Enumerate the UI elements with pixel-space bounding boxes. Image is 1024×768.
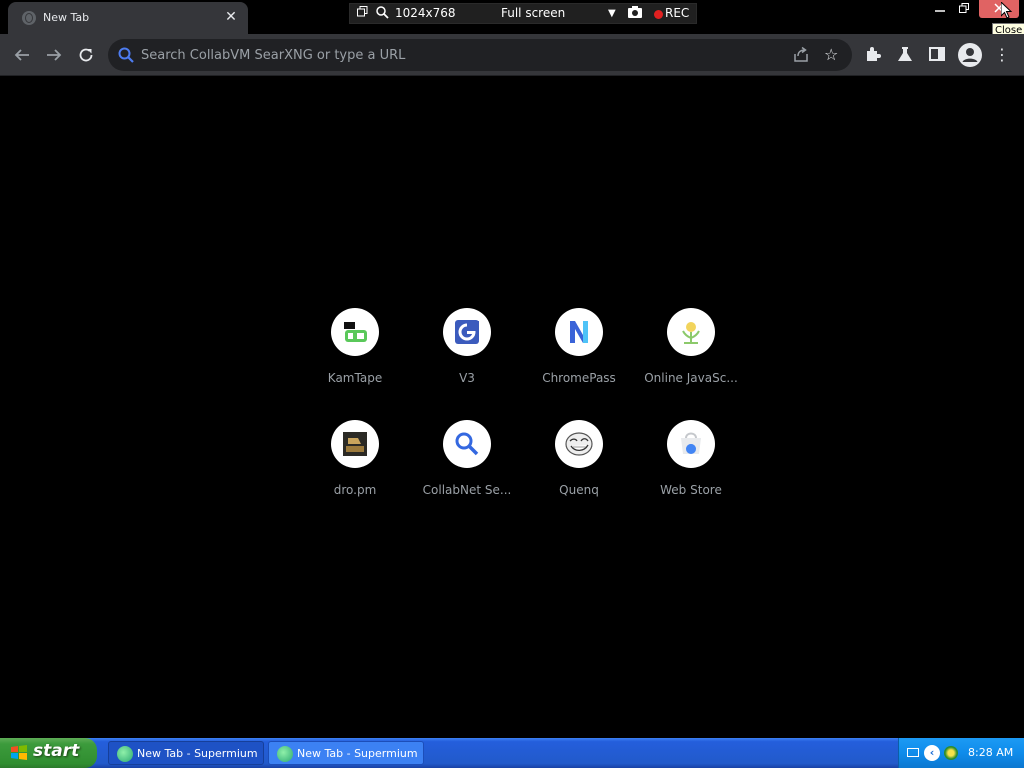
share-icon[interactable] [792, 46, 810, 64]
shortcut-label: V3 [459, 371, 475, 385]
shortcut-tile[interactable]: dro.pm [299, 415, 411, 527]
close-window-button[interactable] [979, 0, 1019, 18]
taskbar: start New Tab - Supermium New Tab - Supe… [0, 738, 1024, 768]
v3-google-icon [443, 308, 491, 356]
supermium-icon [277, 746, 293, 762]
shortcut-tile[interactable]: Online JavaSc... [635, 303, 747, 415]
magnifier-icon[interactable] [376, 6, 389, 22]
side-panel-icon[interactable] [927, 45, 947, 65]
search-input[interactable] [141, 39, 741, 71]
extensions-icon[interactable] [863, 45, 883, 65]
shortcut-label: KamTape [327, 371, 383, 385]
labs-flask-icon[interactable] [895, 45, 915, 65]
browser-toolbar: ☆ ⋮ [0, 34, 1024, 76]
tab-title: New Tab [43, 11, 90, 24]
shortcut-tile[interactable]: Web Store [635, 415, 747, 527]
address-bar[interactable]: ☆ [108, 39, 852, 71]
chevron-down-icon[interactable]: ▼ [608, 8, 616, 19]
menu-kebab-icon[interactable]: ⋮ [992, 45, 1012, 65]
reload-button[interactable] [74, 43, 98, 67]
start-label: start [33, 741, 80, 761]
keyboard-icon[interactable] [907, 748, 919, 757]
start-button[interactable]: start [0, 738, 97, 768]
shortcut-label: CollabNet Se... [422, 483, 512, 497]
new-tab-page: KamTape V3 ChromePass Online JavaSc... d [0, 77, 1024, 738]
taskbar-window-button[interactable]: New Tab - Supermium [268, 741, 424, 765]
recorder-toolbar: 1024x768 Full screen ▼ REC [349, 3, 697, 24]
shortcut-tile[interactable]: V3 [411, 303, 523, 415]
mouse-cursor-icon [1000, 0, 1013, 20]
display-mode-select[interactable]: Full screen [501, 6, 565, 20]
collabnet-search-icon [443, 420, 491, 468]
record-dot-icon[interactable] [654, 10, 663, 19]
taskbar-window-label: New Tab - Supermium [137, 747, 258, 760]
show-hidden-icons-icon[interactable]: ‹ [924, 745, 940, 761]
shortcut-grid: KamTape V3 ChromePass Online JavaSc... d [299, 303, 747, 527]
taskbar-window-button[interactable]: New Tab - Supermium [108, 741, 264, 765]
online-javascript-icon [667, 308, 715, 356]
shortcut-tile[interactable]: ChromePass [523, 303, 635, 415]
shortcut-label: Quenq [559, 483, 599, 497]
system-tray: ‹ 8:28 AM [898, 738, 1024, 768]
shortcut-tile[interactable]: Quenq [523, 415, 635, 527]
restore-window-icon[interactable] [357, 6, 368, 17]
clock[interactable]: 8:28 AM [968, 746, 1013, 759]
title-bar: New Tab ✕ 1024x768 Full screen ▼ REC Clo… [0, 0, 1024, 38]
shortcut-tile[interactable]: CollabNet Se... [411, 415, 523, 527]
shortcut-tile[interactable]: KamTape [299, 303, 411, 415]
camera-icon[interactable] [628, 6, 642, 21]
record-label[interactable]: REC [665, 6, 689, 20]
globe-icon [22, 11, 36, 25]
bookmark-star-icon[interactable]: ☆ [824, 45, 838, 64]
windows-logo-icon [10, 744, 28, 762]
network-status-icon[interactable] [944, 746, 958, 760]
forward-button[interactable] [42, 43, 66, 67]
back-button[interactable] [10, 43, 34, 67]
maximize-button[interactable] [952, 0, 976, 18]
quenq-trollface-icon [555, 420, 603, 468]
web-store-icon [667, 420, 715, 468]
resolution-label: 1024x768 [395, 6, 456, 20]
shortcut-label: Web Store [660, 483, 722, 497]
profile-avatar-icon[interactable] [958, 43, 982, 67]
dro-pm-icon [331, 420, 379, 468]
shortcut-label: ChromePass [542, 371, 616, 385]
search-icon [118, 47, 134, 63]
shortcut-label: Online JavaSc... [644, 371, 738, 385]
tab-new-tab[interactable]: New Tab ✕ [8, 2, 248, 34]
kamtape-icon [331, 308, 379, 356]
chromepass-icon [555, 308, 603, 356]
taskbar-window-label: New Tab - Supermium [297, 747, 418, 760]
tab-close-icon[interactable]: ✕ [223, 9, 239, 25]
shortcut-label: dro.pm [333, 483, 377, 497]
supermium-icon [117, 746, 133, 762]
minimize-button[interactable] [928, 0, 952, 18]
